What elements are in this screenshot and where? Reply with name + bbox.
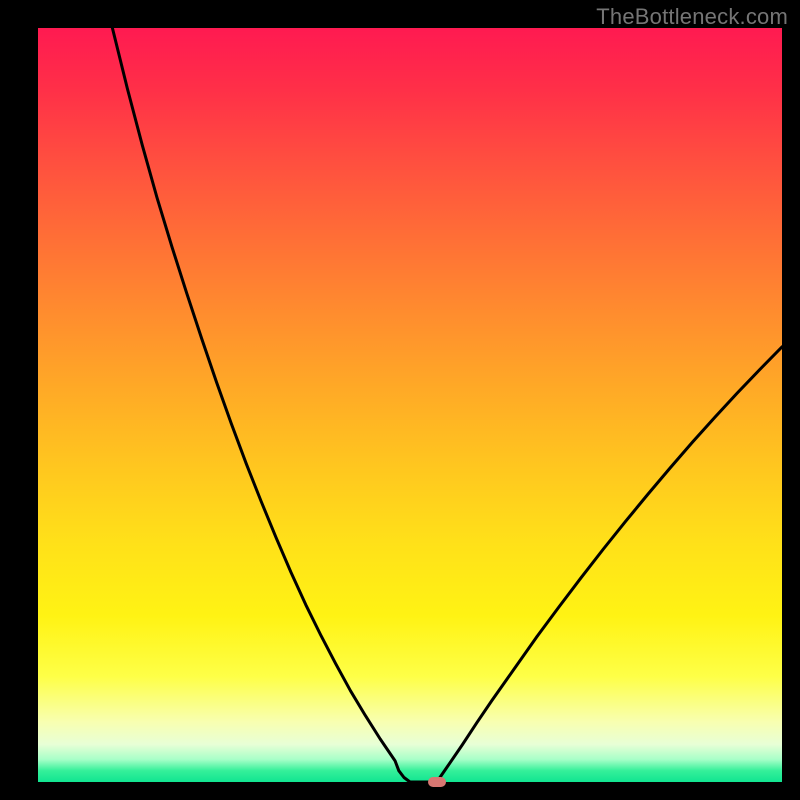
curve-right-branch [437,347,782,782]
chart-frame: TheBottleneck.com [0,0,800,800]
minimum-marker [428,777,446,787]
bottleneck-curve [38,28,782,782]
plot-area [38,28,782,782]
curve-left-branch [112,28,410,782]
watermark-text: TheBottleneck.com [596,4,788,30]
